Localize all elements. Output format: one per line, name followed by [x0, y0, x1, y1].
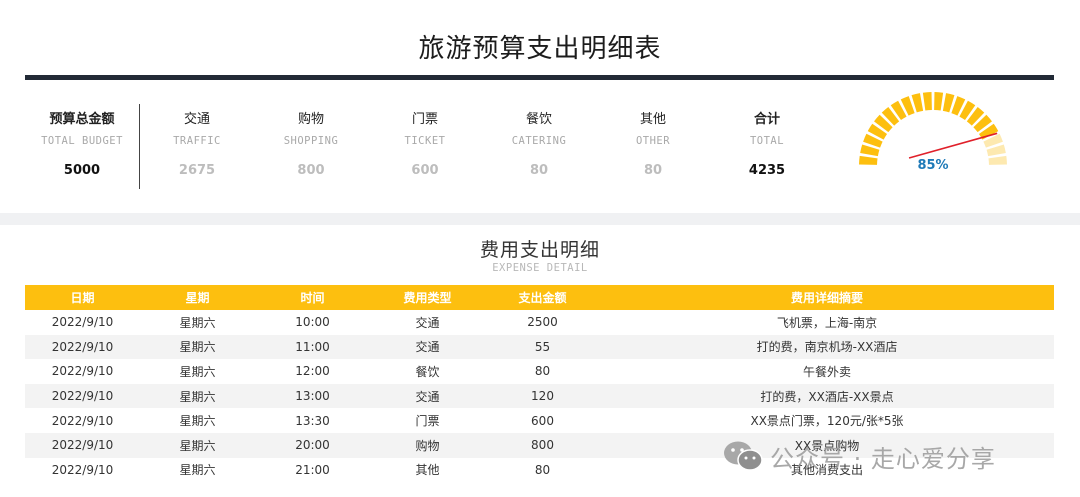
cell-date: 2022/9/10 [25, 310, 140, 335]
cell-amount: 2500 [485, 310, 600, 335]
cell-date: 2022/9/10 [25, 432, 140, 458]
cell-weekday: 星期六 [140, 408, 255, 433]
kpi-value: 800 [297, 163, 325, 178]
cell-amount: 80 [485, 457, 600, 483]
cell-type: 购物 [370, 432, 485, 458]
cell-summary: 打的费，XX酒店-XX景点 [600, 383, 1054, 409]
table-row: 2022/9/10 星期六 12:00 餐饮 80 午餐外卖 [25, 359, 1054, 384]
cell-summary: 午餐外卖 [600, 359, 1054, 384]
cell-weekday: 星期六 [140, 432, 255, 458]
watermark: 公众号 · 走心爱分享 [722, 436, 996, 476]
cell-weekday: 星期六 [140, 310, 255, 335]
table-row: 2022/9/10 星期六 11:00 交通 55 打的费，南京机场-XX酒店 [25, 334, 1054, 360]
cell-summary: XX景点门票，120元/张*5张 [600, 408, 1054, 433]
kpi-shopping: 购物 SHOPPING 800 [254, 108, 368, 178]
cell-amount: 120 [485, 383, 600, 409]
cell-amount: 80 [485, 359, 600, 384]
kpi-traffic: 交通 TRAFFIC 2675 [140, 108, 254, 178]
kpi-other: 其他 OTHER 80 [596, 108, 710, 178]
title-divider [25, 75, 1054, 80]
cell-type: 其他 [370, 457, 485, 483]
gauge-segment [922, 92, 932, 111]
gauge-percent-label: 85% [917, 158, 949, 173]
cell-date: 2022/9/10 [25, 408, 140, 433]
cell-date: 2022/9/10 [25, 457, 140, 483]
column-header-weekday: 星期 [140, 285, 255, 310]
kpi-ticket: 门票 TICKET 600 [368, 108, 482, 178]
kpi-label: 其他 [639, 112, 666, 127]
kpi-label: 购物 [297, 112, 324, 127]
table-row: 2022/9/10 星期六 13:00 交通 120 打的费，XX酒店-XX景点 [25, 383, 1054, 409]
kpi-label: 门票 [411, 112, 438, 127]
cell-time: 13:30 [255, 408, 370, 433]
cell-time: 12:00 [255, 359, 370, 384]
kpi-label: 预算总金额 [49, 112, 115, 127]
cell-time: 21:00 [255, 457, 370, 483]
kpi-value: 2675 [178, 163, 216, 178]
page: 旅游预算支出明细表 预算总金额 TOTAL BUDGET 5000 交通 TRA… [0, 0, 1080, 497]
kpi-total-budget: 预算总金额 TOTAL BUDGET 5000 [25, 108, 139, 178]
cell-date: 2022/9/10 [25, 383, 140, 409]
wechat-icon [724, 441, 763, 471]
kpi-label-en: TOTAL BUDGET [41, 135, 123, 147]
detail-subtitle: EXPENSE DETAIL [492, 262, 588, 274]
cell-date: 2022/9/10 [25, 334, 140, 360]
kpi-value: 80 [529, 163, 549, 178]
cell-time: 10:00 [255, 310, 370, 335]
gauge-segment [934, 92, 944, 111]
cell-weekday: 星期六 [140, 383, 255, 409]
kpi-value: 600 [411, 163, 439, 178]
cell-time: 20:00 [255, 432, 370, 458]
cell-amount: 800 [485, 432, 600, 458]
kpi-label-en: CATERING [511, 135, 567, 147]
detail-title: 费用支出明细 [479, 239, 600, 261]
cell-summary: 打的费，南京机场-XX酒店 [600, 334, 1054, 360]
table-row: 2022/9/10 星期六 10:00 交通 2500 飞机票，上海-南京 [25, 310, 1054, 335]
table-row: 2022/9/10 星期六 13:30 门票 600 XX景点门票，120元/张*5张 [25, 408, 1054, 433]
kpi-label-en: TICKET [404, 135, 446, 147]
cell-weekday: 星期六 [140, 457, 255, 483]
kpi-value: 4235 [748, 163, 786, 178]
cell-amount: 55 [485, 334, 600, 360]
column-header-amount: 支出金额 [485, 285, 600, 310]
cell-type: 交通 [370, 383, 485, 409]
cell-time: 13:00 [255, 383, 370, 409]
kpi-label-en: OTHER [635, 135, 671, 147]
kpi-catering: 餐饮 CATERING 80 [482, 108, 596, 178]
watermark-text: 公众号 · 走心爱分享 [770, 444, 996, 473]
column-header-date: 日期 [25, 285, 140, 310]
gauge-needle [908, 132, 998, 159]
page-title: 旅游预算支出明细表 [418, 34, 662, 64]
cell-summary: 飞机票，上海-南京 [600, 310, 1054, 335]
kpi-value: 80 [643, 163, 663, 178]
column-header-time: 时间 [255, 285, 370, 310]
cell-amount: 600 [485, 408, 600, 433]
cell-type: 门票 [370, 408, 485, 433]
kpi-total: 合计 TOTAL 4235 [710, 108, 824, 178]
column-header-summary: 费用详细摘要 [600, 285, 1054, 310]
cell-type: 交通 [370, 310, 485, 335]
budget-gauge: 85% [848, 86, 1018, 182]
cell-type: 交通 [370, 334, 485, 360]
cell-time: 11:00 [255, 334, 370, 360]
cell-date: 2022/9/10 [25, 359, 140, 384]
column-header-type: 费用类型 [370, 285, 485, 310]
kpi-label-en: SHOPPING [283, 135, 339, 147]
kpi-label: 餐饮 [525, 112, 552, 127]
cell-type: 餐饮 [370, 359, 485, 384]
kpi-label: 交通 [183, 112, 210, 127]
cell-weekday: 星期六 [140, 359, 255, 384]
kpi-label-en: TOTAL [749, 135, 785, 147]
kpi-value: 5000 [63, 163, 101, 178]
kpi-label-en: TRAFFIC [173, 135, 221, 147]
kpi-label: 合计 [753, 112, 780, 127]
cell-weekday: 星期六 [140, 334, 255, 360]
table-header-row: 日期 星期 时间 费用类型 支出金额 费用详细摘要 [25, 285, 1054, 310]
